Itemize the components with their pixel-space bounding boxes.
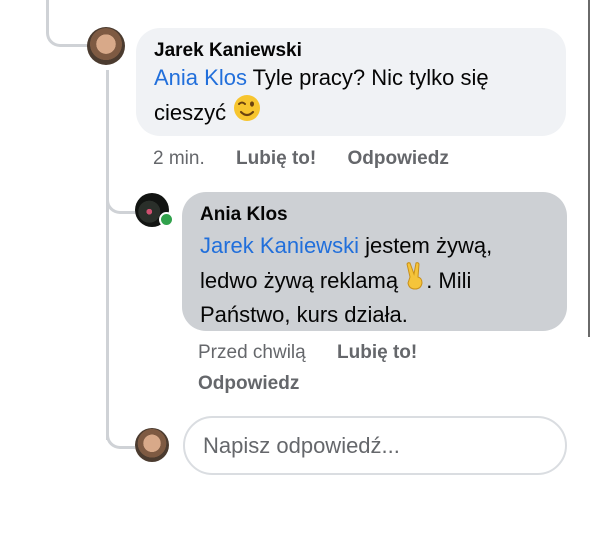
- thread-branch-line: [106, 175, 135, 214]
- comment-text-part: cieszyć: [154, 100, 227, 125]
- comment-text: Jarek Kaniewski jestem żywą, ledwo żywą …: [200, 230, 549, 330]
- avatar-current-user: [135, 428, 169, 462]
- wink-emoji-icon: [232, 93, 262, 131]
- comment-timestamp[interactable]: 2 min.: [153, 148, 205, 169]
- scrollbar[interactable]: [588, 0, 590, 337]
- comment-text-part: jestem żywą,: [358, 233, 493, 258]
- like-button[interactable]: Lubię to!: [236, 148, 316, 169]
- comment-meta-reply: Odpowiedz: [198, 373, 299, 395]
- reply-input-container[interactable]: [183, 416, 567, 475]
- victory-hand-emoji-icon: [404, 261, 426, 299]
- comment-author[interactable]: Jarek Kaniewski: [154, 39, 548, 62]
- comment-text-part: Państwo, kurs działa.: [200, 302, 408, 327]
- avatar-jarek-kaniewski[interactable]: [87, 27, 125, 65]
- mention-link[interactable]: Ania Klos: [154, 65, 247, 90]
- reply-input[interactable]: [203, 432, 543, 459]
- comment-meta: 2 min. Lubię to! Odpowiedz: [153, 148, 449, 170]
- comment-text-part: ledwo żywą reklamą: [200, 268, 399, 293]
- like-button[interactable]: Lubię to!: [337, 342, 417, 363]
- reply-button[interactable]: Odpowiedz: [348, 148, 449, 169]
- comment-timestamp[interactable]: Przed chwilą: [198, 342, 306, 363]
- thread-vertical-line: [106, 70, 109, 440]
- reply-button[interactable]: Odpowiedz: [198, 373, 299, 394]
- comment-text-part: Tyle pracy? Nic tylko się: [246, 65, 489, 90]
- comment-text: Ania Klos Tyle pracy? Nic tylko się cies…: [154, 62, 548, 131]
- comment-bubble[interactable]: Jarek Kaniewski Ania Klos Tyle pracy? Ni…: [136, 28, 566, 136]
- comment-author[interactable]: Ania Klos: [200, 203, 549, 226]
- comment-text-part: . Mili: [426, 268, 472, 293]
- comment-meta-time-like: Przed chwilą Lubię to!: [198, 342, 417, 364]
- thread-branch-line: [106, 408, 135, 449]
- online-status-dot: [159, 212, 174, 227]
- mention-link[interactable]: Jarek Kaniewski: [200, 233, 359, 258]
- thread-connector-line: [46, 0, 89, 47]
- comment-bubble[interactable]: Ania Klos Jarek Kaniewski jestem żywą, l…: [182, 192, 567, 331]
